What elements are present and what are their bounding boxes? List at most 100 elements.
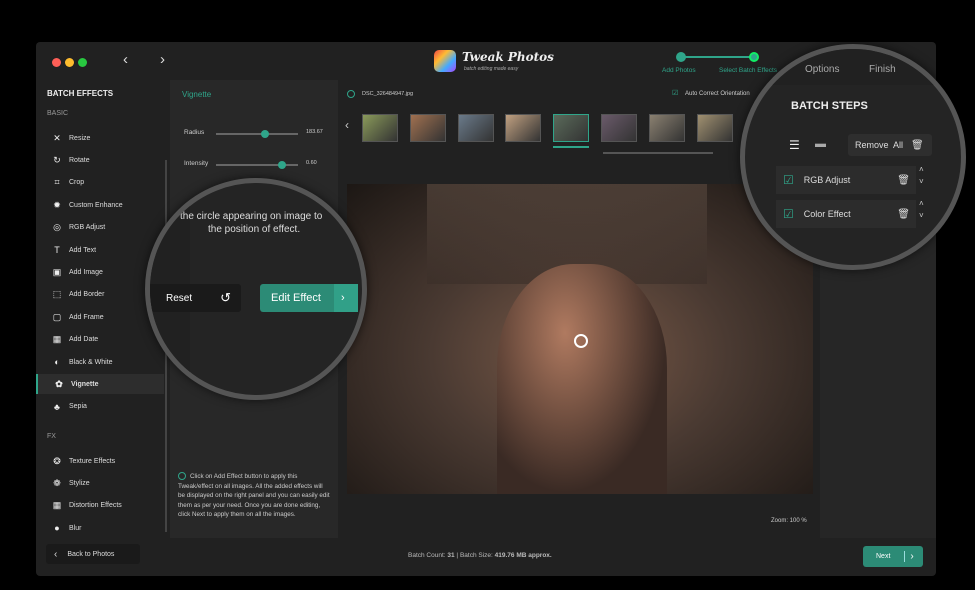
progress-line xyxy=(682,56,754,58)
sidebar-item-texture-effects[interactable]: ❂ Texture Effects xyxy=(36,451,164,471)
list-view-icon[interactable]: ☰ xyxy=(789,138,800,152)
sidebar-item-label: Add Frame xyxy=(69,313,104,321)
sidebar-item-custom-enhance[interactable]: ✹ Custom Enhance xyxy=(36,195,164,215)
photo-thumbnail[interactable] xyxy=(409,114,446,142)
batch-step-label: RGB Adjust xyxy=(803,175,851,185)
step-options: Options xyxy=(805,64,840,75)
sidebar-item-label: Black & White xyxy=(69,358,113,366)
sidebar-item-blur[interactable]: ● Blur xyxy=(36,518,164,538)
back-to-photos-button[interactable]: ‹ Back to Photos xyxy=(46,544,140,564)
magnifier-left: the circle appearing on image to the pos… xyxy=(145,178,367,400)
sidebar-item-stylize[interactable]: ❁ Stylize xyxy=(36,473,164,493)
sidebar-item-distortion-effects[interactable]: ▦ Distortion Effects xyxy=(36,496,164,516)
reset-button[interactable]: Reset ↺ xyxy=(150,284,241,312)
sidebar-item-label: Add Border xyxy=(69,291,105,299)
photo-thumbnail[interactable] xyxy=(648,114,685,142)
sidebar-item-rgb-adjust[interactable]: ◎ RGB Adjust xyxy=(36,218,164,238)
sidebar-item-label: Texture Effects xyxy=(69,457,116,465)
grid-view-icon[interactable]: ▬ xyxy=(815,138,826,150)
photo-thumbnail[interactable] xyxy=(457,114,494,142)
batch-info: Batch Count: 31 | Batch Size: 419.76 MB … xyxy=(408,552,552,559)
photo-thumbnail[interactable] xyxy=(505,114,542,142)
sidebar-item-label: Stylize xyxy=(69,479,90,487)
app-logo-icon xyxy=(434,50,456,72)
reset-label: Reset xyxy=(166,292,193,304)
reset-icon: ↺ xyxy=(220,290,232,305)
photo-thumbnail[interactable] xyxy=(696,114,733,142)
sidebar-item-label: Add Image xyxy=(69,268,103,276)
trash-icon: 🗑 xyxy=(911,139,924,151)
batch-size: 419.76 MB approx. xyxy=(494,552,552,559)
edit-effect-button[interactable]: Edit Effect › xyxy=(260,284,358,312)
radius-knob[interactable] xyxy=(261,130,270,138)
reorder-arrows-icon[interactable]: ˄ ˅ xyxy=(919,164,924,188)
effect-icon: ⌗ xyxy=(54,177,60,188)
intensity-slider[interactable]: Intensity 0.60 xyxy=(184,160,324,169)
effect-icon: ▦ xyxy=(52,334,62,345)
sidebar-item-resize[interactable]: ✕ Resize xyxy=(36,128,164,148)
magnifier-right: Options Finish BATCH STEPS ☰ ▬ Remove Al… xyxy=(740,44,966,270)
sidebar-item-add-frame[interactable]: ▢ Add Frame xyxy=(36,307,164,327)
preview-image xyxy=(347,184,813,494)
step-check-icon xyxy=(676,52,686,62)
back-arrow-icon[interactable]: ‹ xyxy=(123,51,128,68)
sidebar-item-label: RGB Adjust xyxy=(69,224,106,232)
effect-icon: ♣ xyxy=(54,401,60,412)
zoom-level: Zoom: 100 % xyxy=(771,518,807,524)
effect-title: Vignette xyxy=(182,90,212,99)
checkbox-icon[interactable]: ☑ xyxy=(783,207,794,221)
sidebar-item-rotate[interactable]: ↻ Rotate xyxy=(36,150,164,170)
sidebar-item-label: Resize xyxy=(69,134,91,142)
filename: DSC_326484947.jpg xyxy=(362,91,414,97)
sidebar-item-add-text[interactable]: T Add Text xyxy=(36,240,164,260)
effect-icon: ✹ xyxy=(53,199,61,210)
batch-step-item[interactable]: ☑ RGB Adjust 🗑 xyxy=(776,166,916,194)
app-subtitle: batch editing made easy xyxy=(464,66,519,72)
checkbox-icon[interactable]: ☑ xyxy=(783,173,794,187)
effect-icon: ❂ xyxy=(53,455,61,466)
photo-thumbnail[interactable] xyxy=(601,114,637,142)
next-button[interactable]: Next › xyxy=(863,546,923,567)
effect-center-handle[interactable] xyxy=(574,334,588,348)
minimize-button[interactable] xyxy=(65,58,74,67)
forward-arrow-icon[interactable]: › xyxy=(160,51,165,68)
sidebar-item-black-white[interactable]: ◐ Black & White xyxy=(36,352,164,372)
photo-thumbnail[interactable] xyxy=(553,114,590,142)
remove-all-button[interactable]: Remove All 🗑 xyxy=(848,134,932,156)
effect-icon: ◎ xyxy=(53,222,61,233)
photo-thumbnail[interactable] xyxy=(362,114,398,142)
intensity-knob[interactable] xyxy=(277,161,286,169)
sidebar-item-label: Add Date xyxy=(69,336,99,344)
trash-icon[interactable]: 🗑 xyxy=(897,175,910,186)
trash-icon[interactable]: 🗑 xyxy=(897,209,910,220)
sidebar-item-vignette[interactable]: ✿ Vignette xyxy=(36,374,164,395)
sidebar-item-label: Sepia xyxy=(69,403,87,411)
edit-effect-label: Edit Effect xyxy=(271,292,321,304)
radius-value: 183.67 xyxy=(306,129,323,135)
radius-slider[interactable]: Radius 183.67 xyxy=(184,129,324,138)
chevron-left-icon: ‹ xyxy=(54,548,58,560)
batch-step-item[interactable]: ☑ Color Effect 🗑 xyxy=(776,200,916,228)
reorder-arrows-icon[interactable]: ˄ ˅ xyxy=(919,198,924,222)
maximize-button[interactable] xyxy=(78,58,87,67)
intensity-value: 0.60 xyxy=(306,160,317,166)
sidebar-item-sepia[interactable]: ♣ Sepia xyxy=(36,397,164,417)
radius-label: Radius xyxy=(184,129,205,136)
thumb-selected-indicator xyxy=(553,146,589,148)
chevron-right-icon: › xyxy=(904,551,914,562)
close-button[interactable] xyxy=(52,58,61,67)
sidebar-item-add-date[interactable]: ▦ Add Date xyxy=(36,330,164,350)
effect-icon: ↻ xyxy=(53,154,61,165)
thumbs-prev-icon[interactable]: ‹ xyxy=(345,118,349,132)
count-label: Batch Count: xyxy=(408,552,446,559)
auto-orient-label: Auto Correct Orientation xyxy=(685,91,750,97)
effect-icon: ✕ xyxy=(53,132,61,143)
thumbs-scrollbar[interactable] xyxy=(603,152,713,154)
back-label: Back to Photos xyxy=(67,550,115,558)
fx-section-label: FX xyxy=(47,433,56,440)
effect-icon: ▣ xyxy=(52,266,62,277)
auto-orient-checkbox[interactable]: ☑ xyxy=(672,89,678,97)
sidebar-item-crop[interactable]: ⌗ Crop xyxy=(36,173,164,193)
batch-steps-title: BATCH STEPS xyxy=(791,100,868,112)
sidebar-item-label: Rotate xyxy=(69,156,90,164)
